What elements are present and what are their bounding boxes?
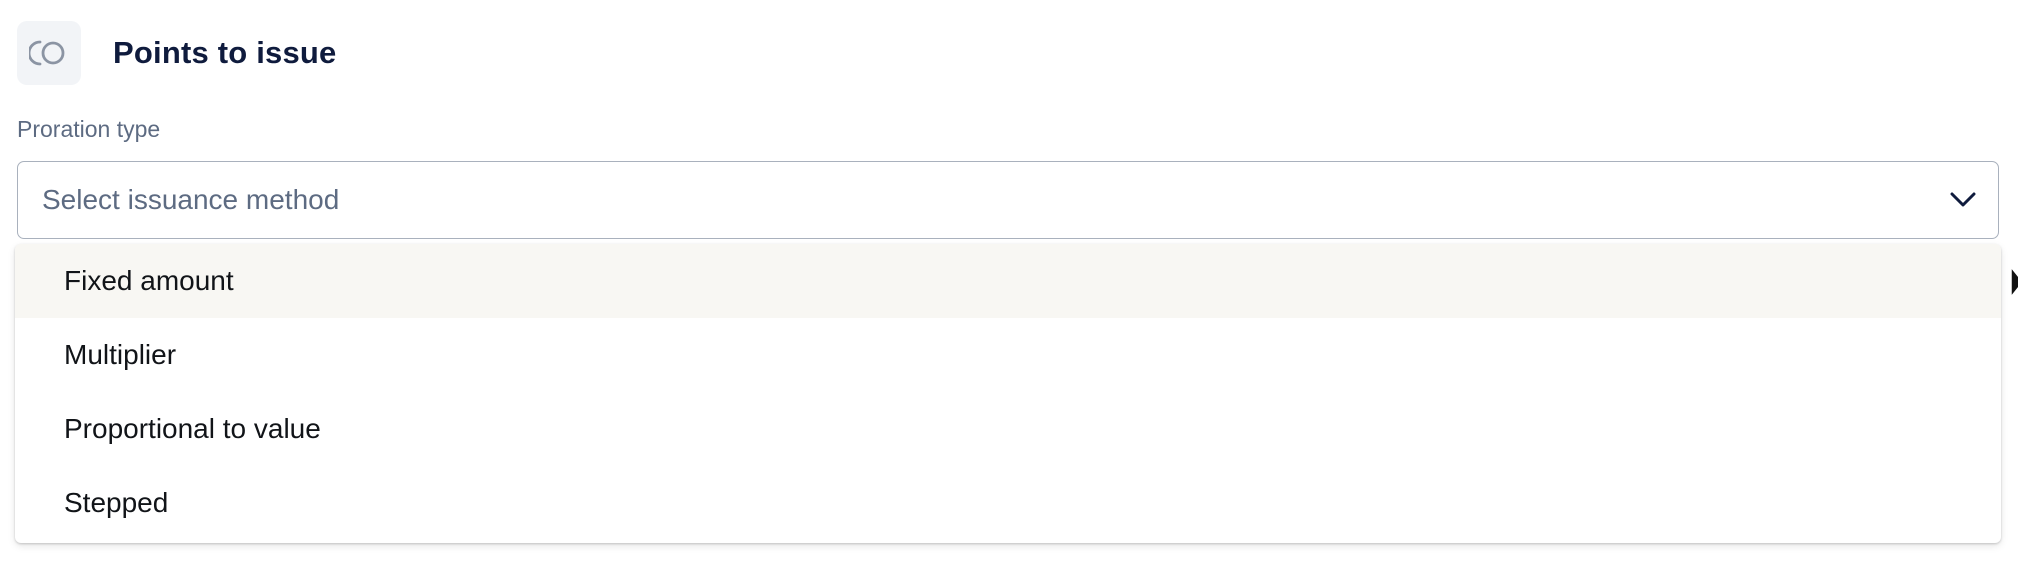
section-title: Points to issue [113, 35, 337, 70]
points-toggle-icon [17, 21, 81, 85]
mouse-cursor-icon [2010, 266, 2018, 298]
issuance-method-select[interactable]: Select issuance method [17, 161, 1999, 239]
option-proportional-to-value[interactable]: Proportional to value [15, 392, 2001, 466]
select-placeholder: Select issuance method [42, 184, 340, 215]
proration-type-label: Proration type [17, 116, 161, 142]
section-header: Points to issue [17, 21, 336, 85]
page: Points to issue Proration type Select is… [0, 0, 2018, 566]
chevron-down-icon[interactable] [1947, 184, 1979, 216]
option-stepped[interactable]: Stepped [15, 466, 2001, 540]
issuance-method-dropdown: Fixed amount Multiplier Proportional to … [15, 244, 2001, 543]
option-multiplier[interactable]: Multiplier [15, 318, 2001, 392]
option-fixed-amount[interactable]: Fixed amount [15, 244, 2001, 318]
